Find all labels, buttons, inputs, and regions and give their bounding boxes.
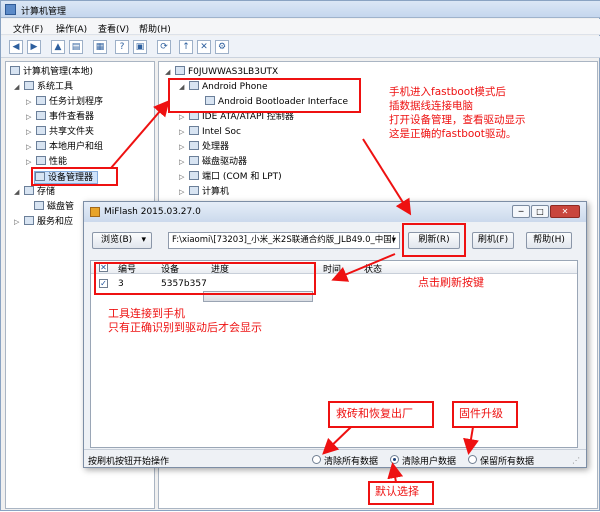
arrow-to-bootloader [110,99,170,169]
computer-management-window: 计算机管理 文件(F) 操作(A) 查看(V) 帮助(H) ◀ ▶ ▲ ▤ ▦ … [0,0,600,511]
arrow-click-refresh [331,253,396,282]
arrow-to-refresh [362,138,412,216]
arrow-default [387,462,404,483]
arrow-firmware [463,426,479,455]
arrow-unbrick [322,426,352,455]
annotation-arrows [110,99,479,483]
